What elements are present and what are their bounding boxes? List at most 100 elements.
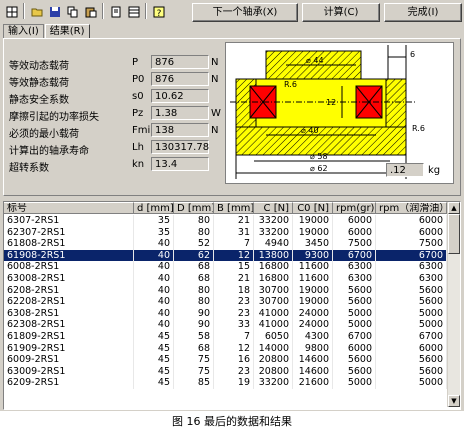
scroll-thumb[interactable] (448, 214, 460, 254)
table-cell: 61908-2RS1 (4, 249, 134, 262)
table-cell: 62 (174, 249, 214, 262)
result-value: 10.62 (151, 89, 209, 103)
table-cell: 30700 (254, 284, 293, 297)
result-unit: W (211, 108, 221, 119)
column-header[interactable]: rpm（润滑油） (376, 202, 447, 214)
table-cell: 5000 (376, 307, 447, 320)
table-row[interactable]: 6209-2RS1 45 85 19 33200 21600 5000 5000 (4, 377, 447, 389)
column-header[interactable]: D [mm] (174, 202, 214, 214)
copy-icon[interactable] (64, 3, 81, 20)
result-value: 130317.78 (151, 140, 209, 154)
help-icon[interactable]: ? (150, 3, 167, 20)
table-cell: 6000 (333, 226, 376, 239)
column-header[interactable]: C0 [N] (293, 202, 333, 214)
table-cell: 21 (214, 272, 254, 285)
done-button[interactable]: 完成(I) (384, 3, 462, 22)
table-cell: 6009-2RS1 (4, 354, 134, 366)
bearing-table[interactable]: 标号 d [mm] D [mm] B [mm] C [N] C0 [N] rpm… (3, 201, 461, 410)
table-cell: 6700 (376, 330, 447, 343)
next-bearing-button[interactable]: 下一个轴承(X) (192, 3, 298, 22)
column-header[interactable]: B [mm] (214, 202, 254, 214)
table-cell: 14000 (254, 342, 293, 355)
column-header[interactable]: rpm(gr) (333, 202, 376, 214)
table-cell: 63008-2RS1 (4, 272, 134, 285)
table-cell: 45 (134, 354, 174, 366)
table-cell: 4300 (293, 330, 333, 343)
tab-results[interactable]: 结果(R) (44, 24, 90, 39)
table-header: 标号 d [mm] D [mm] B [mm] C [N] C0 [N] rpm… (4, 202, 447, 215)
result-symbol: kn (132, 159, 145, 170)
dim-outer-housing-text: ⌀ 58 (310, 152, 328, 161)
table-cell: 20800 (254, 354, 293, 366)
table-row[interactable]: 6208-2RS1 40 80 18 30700 19000 5600 5600 (4, 284, 447, 297)
export-icon[interactable] (125, 3, 142, 20)
print-icon[interactable] (107, 3, 124, 20)
grid-icon[interactable] (3, 3, 20, 20)
table-cell: 6208-2RS1 (4, 284, 134, 297)
table-cell: 24000 (293, 319, 333, 331)
table-cell: 6300 (333, 272, 376, 285)
table-cell: 35 (134, 226, 174, 239)
table-cell: 19000 (293, 284, 333, 297)
table-cell: 11600 (293, 261, 333, 273)
table-row[interactable]: 61809-2RS1 45 58 7 6050 4300 6700 6700 (4, 330, 447, 343)
table-row[interactable]: 6308-2RS1 40 90 23 41000 24000 5000 5000 (4, 307, 447, 320)
table-cell: 13800 (254, 249, 293, 262)
table-cell: 5000 (376, 377, 447, 389)
table-row[interactable]: 61908-2RS1 40 62 12 13800 9300 6700 6700 (4, 249, 447, 262)
table-cell: 63009-2RS1 (4, 365, 134, 378)
table-cell: 12 (214, 249, 254, 262)
bearing-cross-section: ⌀ 44 R.6 6 12 ⌀ 40 R.6 ⌀ 58 ⌀ 62 (230, 45, 425, 179)
table-cell: 58 (174, 330, 214, 343)
table-cell: 5000 (333, 377, 376, 389)
table-cell: 6300 (376, 261, 447, 273)
table-row[interactable]: 62308-2RS1 40 90 33 41000 24000 5000 5000 (4, 319, 447, 331)
table-cell: 31 (214, 226, 254, 239)
table-cell: 15 (214, 261, 254, 273)
table-row[interactable]: 6009-2RS1 45 75 16 20800 14600 5600 5600 (4, 354, 447, 366)
tab-input[interactable]: 输入(I) (3, 24, 44, 38)
result-value: 876 (151, 55, 209, 69)
table-cell: 40 (134, 261, 174, 273)
scroll-down-icon[interactable]: ▼ (448, 395, 460, 407)
result-label: 等效静态载荷 (9, 78, 69, 89)
housing-lower (235, 126, 407, 156)
table-cell: 41000 (254, 319, 293, 331)
table-cell: 40 (134, 307, 174, 320)
column-header[interactable]: 标号 (4, 202, 134, 214)
save-icon[interactable] (46, 3, 63, 20)
result-value: 138 (151, 123, 209, 137)
table-cell: 4940 (254, 238, 293, 250)
table-cell: 41000 (254, 307, 293, 320)
column-header[interactable]: d [mm] (134, 202, 174, 214)
table-cell: 85 (174, 377, 214, 389)
dim-width-text: 6 (410, 50, 415, 59)
table-cell: 33200 (254, 215, 293, 227)
table-cell: 6300 (376, 272, 447, 285)
table-cell: 6308-2RS1 (4, 307, 134, 320)
dim-radius-right-text: R.6 (412, 124, 425, 133)
table-row[interactable]: 6307-2RS1 35 80 21 33200 19000 6000 6000 (4, 215, 447, 227)
table-row[interactable]: 62208-2RS1 40 80 23 30700 19000 5600 5600 (4, 296, 447, 308)
table-row[interactable]: 63009-2RS1 45 75 23 20800 14600 5600 5600 (4, 365, 447, 378)
paste-icon[interactable] (82, 3, 99, 20)
table-cell: 20800 (254, 365, 293, 378)
table-cell: 6209-2RS1 (4, 377, 134, 389)
result-value: 876 (151, 72, 209, 86)
table-row[interactable]: 62307-2RS1 35 80 31 33200 19000 6000 6000 (4, 226, 447, 239)
calculate-button[interactable]: 计算(C) (302, 3, 380, 22)
weight-unit: kg (428, 165, 441, 176)
result-value: 13.4 (151, 157, 209, 171)
table-cell: 40 (134, 319, 174, 331)
column-header[interactable]: C [N] (254, 202, 293, 214)
table-cell: 6307-2RS1 (4, 215, 134, 227)
scroll-up-icon[interactable]: ▲ (448, 202, 460, 214)
table-row[interactable]: 63008-2RS1 40 68 21 16800 11600 6300 6300 (4, 272, 447, 285)
vertical-scrollbar[interactable]: ▲ ▼ (447, 202, 460, 407)
table-row[interactable]: 6008-2RS1 40 68 15 16800 11600 6300 6300 (4, 261, 447, 273)
table-row[interactable]: 61909-2RS1 45 68 12 14000 9800 6000 6000 (4, 342, 447, 355)
open-folder-icon[interactable] (28, 3, 45, 20)
table-row[interactable]: 61808-2RS1 40 52 7 4940 3450 7500 7500 (4, 238, 447, 250)
result-unit: N (211, 74, 219, 85)
table-cell: 21600 (293, 377, 333, 389)
